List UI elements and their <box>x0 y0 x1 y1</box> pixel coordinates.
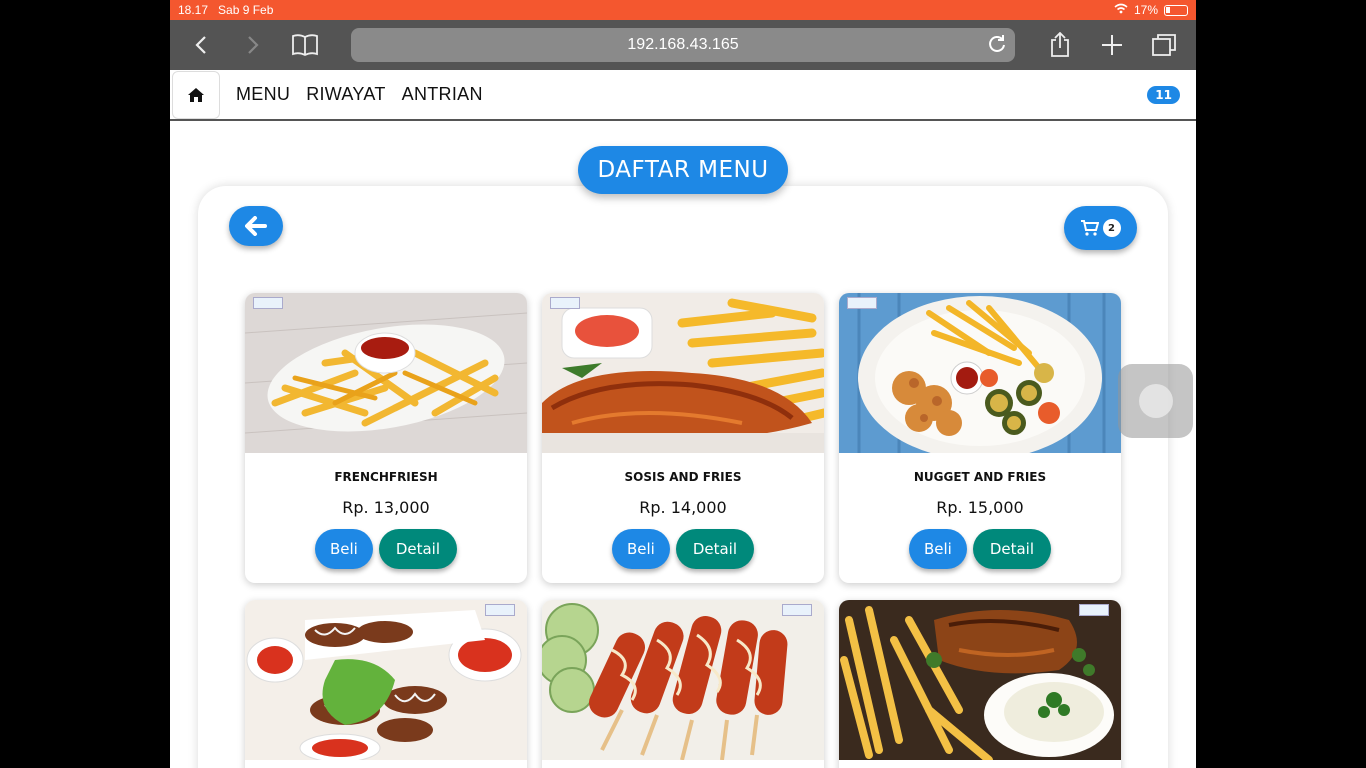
url-bar[interactable]: 192.168.43.165 <box>351 28 1015 62</box>
page-title: DAFTAR MENU <box>578 146 788 194</box>
cart-icon <box>1080 220 1099 236</box>
food-image-frenchfries[interactable] <box>245 293 527 453</box>
detail-button[interactable]: Detail <box>972 529 1052 569</box>
cart-button[interactable]: 2 <box>1064 206 1137 250</box>
new-tab-icon[interactable] <box>1086 20 1138 70</box>
brand-logo <box>1079 604 1109 616</box>
reload-icon[interactable] <box>987 34 1007 59</box>
brand-logo <box>253 297 283 309</box>
item-price: Rp. 14,000 <box>639 498 727 517</box>
brand-logo <box>782 604 812 616</box>
tabs-icon[interactable] <box>1138 20 1190 70</box>
brand-logo <box>485 604 515 616</box>
wifi-icon <box>1114 3 1128 17</box>
buy-button[interactable]: Beli <box>908 529 967 569</box>
battery-icon <box>1164 4 1188 16</box>
menu-card <box>542 600 824 768</box>
buy-button[interactable]: Beli <box>314 529 373 569</box>
home-button[interactable] <box>172 70 220 119</box>
forward-icon[interactable] <box>227 20 279 70</box>
browser-toolbar: 192.168.43.165 <box>170 20 1196 70</box>
food-image-nugget[interactable] <box>839 293 1121 453</box>
status-time: 18.17 <box>178 3 209 17</box>
item-name: NUGGET AND FRIES <box>913 470 1047 484</box>
item-name: FRENCHFRIESH <box>334 470 438 484</box>
detail-button[interactable]: Detail <box>675 529 755 569</box>
bookmarks-icon[interactable] <box>279 20 331 70</box>
brand-logo <box>847 297 877 309</box>
back-icon[interactable] <box>175 20 227 70</box>
detail-button[interactable]: Detail <box>378 529 458 569</box>
home-icon <box>188 87 204 102</box>
arrow-left-icon <box>245 216 267 236</box>
nav-menu[interactable]: MENU <box>236 84 290 105</box>
status-date: Sab 9 Feb <box>218 3 274 17</box>
food-image-chicken[interactable] <box>839 600 1121 760</box>
cart-count-badge: 2 <box>1102 219 1121 237</box>
item-name: SOSIS AND FRIES <box>624 470 742 484</box>
site-navbar: MENU RIWAYAT ANTRIAN 11 <box>170 70 1196 121</box>
food-image-sate[interactable] <box>245 600 527 760</box>
assistive-touch-button[interactable] <box>1118 364 1193 438</box>
menu-card: FRENCHFRIESH Rp. 13,000 Beli Detail <box>245 293 527 583</box>
battery-percent: 17% <box>1133 3 1158 17</box>
app-frame: 18.17 Sab 9 Feb 17% 192.168.43.165 MENU … <box>170 0 1196 768</box>
item-price: Rp. 15,000 <box>936 498 1024 517</box>
share-icon[interactable] <box>1034 20 1086 70</box>
item-price: Rp. 13,000 <box>342 498 430 517</box>
notification-badge[interactable]: 11 <box>1147 86 1180 104</box>
menu-card: SOSIS AND FRIES Rp. 14,000 Beli Detail <box>542 293 824 583</box>
food-image-sosis-bakar[interactable] <box>542 600 824 760</box>
nav-antrian[interactable]: ANTRIAN <box>402 84 483 105</box>
back-button[interactable] <box>229 206 283 246</box>
menu-card: NUGGET AND FRIES Rp. 15,000 Beli Detail <box>839 293 1121 583</box>
status-bar: 18.17 Sab 9 Feb 17% <box>170 0 1196 20</box>
menu-card <box>839 600 1121 768</box>
nav-riwayat[interactable]: RIWAYAT <box>306 84 385 105</box>
menu-card <box>245 600 527 768</box>
food-image-sosis[interactable] <box>542 293 824 453</box>
url-text: 192.168.43.165 <box>627 36 739 53</box>
buy-button[interactable]: Beli <box>611 529 670 569</box>
brand-logo <box>550 297 580 309</box>
